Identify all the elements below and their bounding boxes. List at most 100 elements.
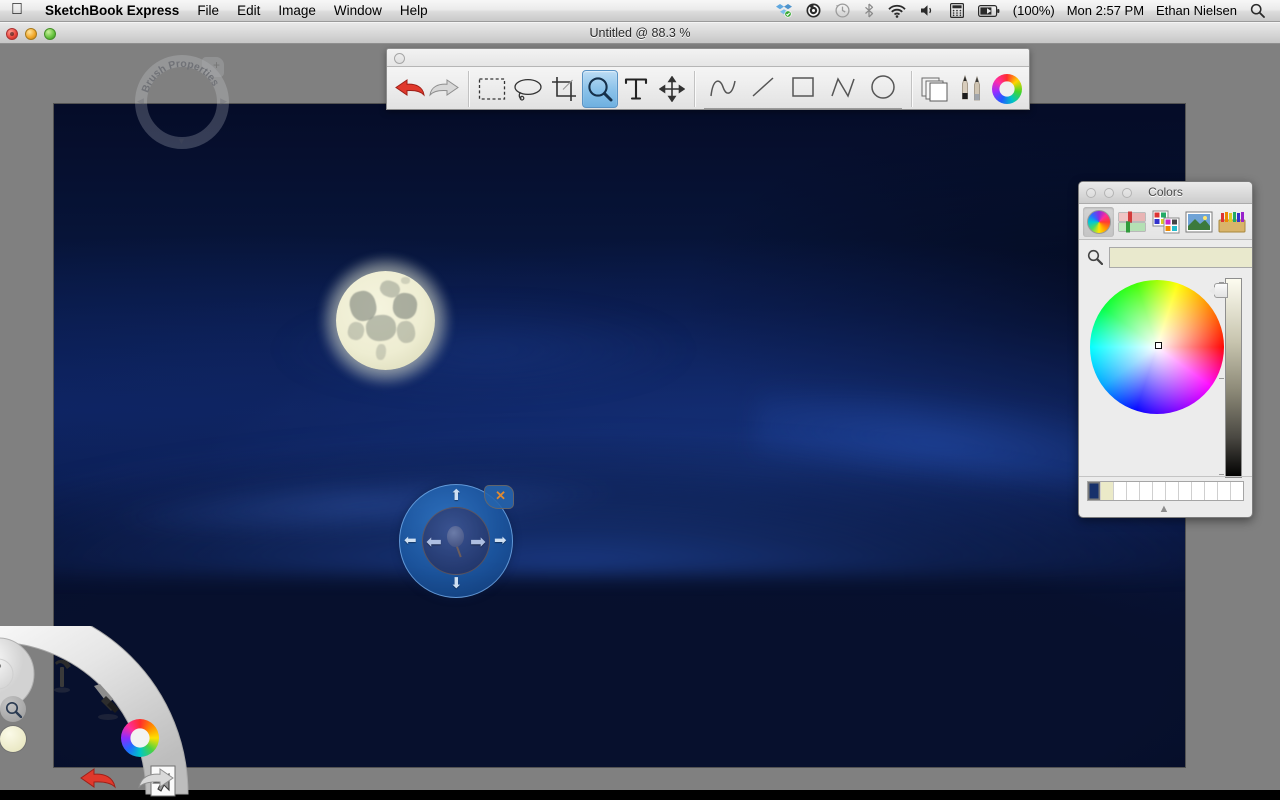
menu-bar-clock[interactable]: Mon 2:57 PM [1061,3,1150,18]
colors-panel-title: Colors [1148,185,1183,199]
color-swatch-icon[interactable] [0,726,26,752]
menu-help[interactable]: Help [391,3,437,18]
line-tool[interactable] [743,68,783,106]
tool-palette-title-bar[interactable] [387,49,1029,67]
paintbrush-icon[interactable] [87,682,127,722]
resize-grip-icon[interactable]: ▲ [1159,504,1170,515]
svg-text:Brush Properties: Brush Properties [139,58,221,94]
apple-logo-icon[interactable]:  [11,1,23,18]
battery-icon[interactable] [971,0,1007,22]
color-wheel-area [1079,274,1252,489]
menu-app-name[interactable]: SketchBook Express [36,3,188,18]
rectangle-tool[interactable] [783,68,823,106]
color-swatch[interactable] [1088,482,1101,500]
wifi-icon[interactable] [881,0,913,22]
calculator-icon[interactable] [943,0,971,22]
undo-button[interactable] [77,766,117,792]
zoom-icon[interactable] [0,696,26,722]
color-search-input[interactable] [1109,246,1252,268]
shape-tools-group [700,68,906,109]
brush-palette-tool[interactable] [953,70,989,108]
volume-icon[interactable] [913,0,943,22]
lasso-select-tool[interactable] [510,70,546,108]
crayons-tab[interactable] [1217,207,1248,237]
colors-panel[interactable]: Colors ▲ [1078,181,1253,518]
ellipse-tool[interactable] [863,68,903,106]
image-palettes-tab[interactable] [1183,207,1214,237]
brush-properties-label-arc: Brush Properties [135,55,229,149]
redo-button[interactable] [137,766,177,792]
brush-properties-puck[interactable]: + Brush Properties ◀ ▶ ▼ [135,55,229,149]
color-swatch[interactable] [1205,482,1218,500]
colors-search-row [1079,240,1252,274]
color-swatch[interactable] [1153,482,1166,500]
color-swatch[interactable] [1140,482,1153,500]
color-wheel-marker[interactable] [1155,342,1162,349]
color-swatch[interactable] [1127,482,1140,500]
tools-icon[interactable] [43,656,83,696]
color-sliders-tab[interactable] [1116,207,1147,237]
menu-file[interactable]: File [188,3,228,18]
color-swatch[interactable] [1114,482,1127,500]
color-wheel-tab[interactable] [1083,206,1115,237]
polyline-tool[interactable] [823,68,863,106]
menu-edit[interactable]: Edit [228,3,269,18]
brightness-slider[interactable] [1225,278,1242,478]
battery-percent: (100%) [1012,3,1055,18]
color-wheel-tool[interactable] [989,70,1025,108]
arrow-down-icon[interactable]: ⬇ [450,576,463,591]
color-swatch[interactable] [1231,482,1243,500]
text-tool[interactable] [618,70,654,108]
inner-arrow-left-icon[interactable]: ⬅ [426,533,442,552]
menu-bar-user-name[interactable]: Ethan Nielsen [1150,3,1243,18]
document-title-bar[interactable]: Untitled @ 88.3 % [0,22,1280,44]
arrow-right-icon[interactable]: ➡ [494,533,507,548]
document-title: Untitled @ 88.3 % [589,26,691,40]
rectangle-select-tool[interactable] [474,70,510,108]
chevron-right-icon[interactable]: ▶ [220,96,227,107]
search-icon [1087,249,1103,265]
layers-tool[interactable] [917,70,953,108]
dropbox-icon[interactable] [769,0,799,22]
menu-image[interactable]: Image [269,3,325,18]
zoom-tool[interactable] [581,69,618,108]
time-machine-icon[interactable] [828,0,857,22]
crop-tool[interactable] [546,70,582,108]
arrow-up-icon[interactable]: ⬆ [450,488,463,503]
french-curve-tool[interactable] [703,68,743,106]
lagoon-radial-menu[interactable] [0,626,242,800]
puck-knob[interactable] [447,526,464,547]
redo-tool[interactable] [427,70,463,108]
color-swatch-row[interactable] [1087,481,1244,501]
tool-palette-row [387,67,1029,110]
color-palettes-tab[interactable] [1150,207,1181,237]
colors-panel-tabs [1079,204,1252,240]
color-swatch[interactable] [1218,482,1231,500]
tool-palette[interactable] [386,48,1030,110]
chevron-down-icon[interactable]: ▼ [177,136,186,146]
toolbar-separator [911,70,913,107]
disc-record-icon[interactable] [799,0,828,22]
inner-arrow-right-icon[interactable]: ➡ [470,533,486,552]
close-x-icon[interactable]: ✕ [495,489,506,502]
spotlight-search-icon[interactable] [1243,0,1272,22]
color-wheel-icon[interactable] [120,718,160,758]
brush-properties-icon[interactable] [0,654,18,694]
arrow-left-icon[interactable]: ⬅ [404,533,417,548]
bluetooth-icon[interactable] [857,0,881,22]
color-swatch[interactable] [1166,482,1179,500]
chevron-left-icon[interactable]: ◀ [137,96,144,107]
screen: ✕ ⬆ ⬇ ⬅ ➡ ⬅ ➡ + Brush Properties ◀ ▶ ▼ … [0,0,1280,800]
navigation-puck[interactable]: ✕ ⬆ ⬇ ⬅ ➡ ⬅ ➡ [395,480,517,602]
menu-window[interactable]: Window [325,3,391,18]
undo-tool[interactable] [391,70,427,108]
colors-panel-title-bar[interactable]: Colors [1079,182,1252,204]
move-tool[interactable] [654,70,690,108]
brightness-ticks [1219,278,1224,478]
tool-palette-close-button[interactable] [394,53,405,64]
color-swatch[interactable] [1179,482,1192,500]
brightness-slider-handle[interactable] [1209,283,1228,298]
color-swatch[interactable] [1192,482,1205,500]
color-swatch[interactable] [1101,482,1114,500]
toolbar-separator [467,70,469,107]
